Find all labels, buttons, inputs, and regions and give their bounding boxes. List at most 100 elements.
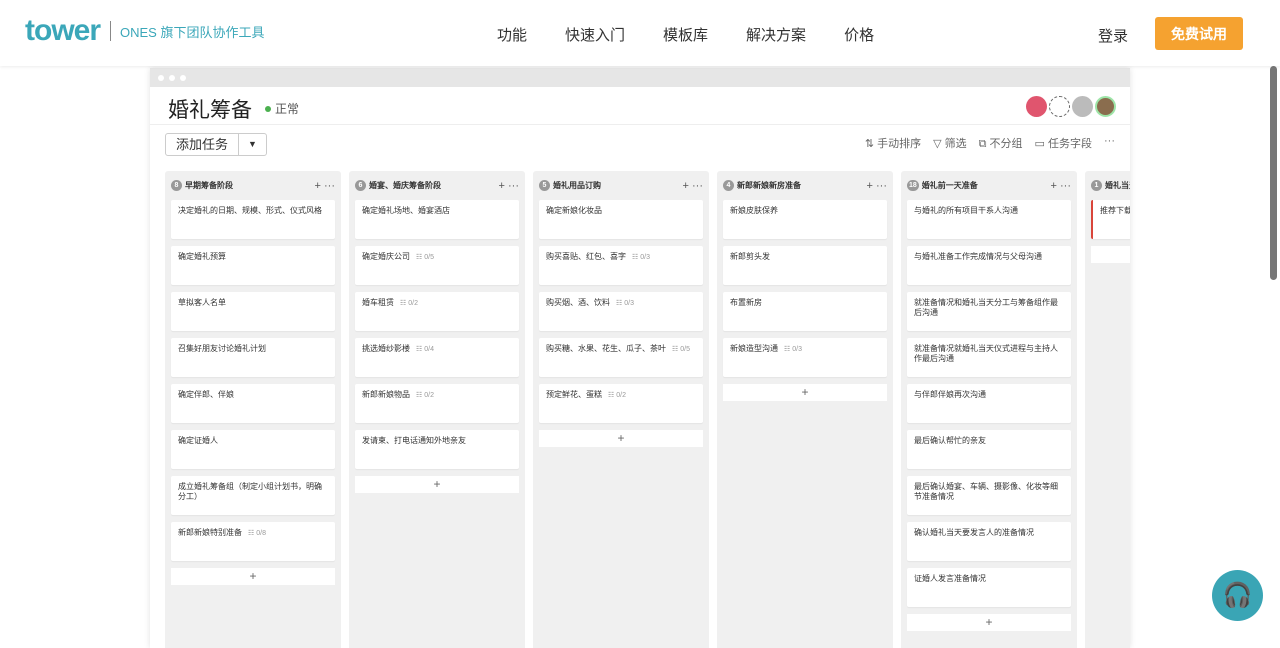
window-titlebar (150, 68, 1130, 87)
task-card[interactable]: 最后确认帮忙的亲友 (907, 430, 1071, 469)
column-header: 5 婚礼用品订购 + ··· (539, 171, 703, 200)
task-card[interactable]: 挑选婚纱影楼 ☷ 0/4 (355, 338, 519, 377)
add-card-button[interactable]: + (171, 568, 335, 585)
task-card[interactable]: 推荐下载 (1091, 200, 1130, 239)
free-trial-button[interactable]: 免费试用 (1155, 17, 1243, 50)
task-card[interactable]: 预定鲜花、蛋糕 ☷ 0/2 (539, 384, 703, 423)
support-chat-icon[interactable]: 🎧 (1212, 570, 1263, 621)
task-card[interactable]: 新郎剪头发 (723, 246, 887, 285)
column-header: 1婚礼当天+ ··· (1091, 171, 1130, 200)
task-title: 确认婚礼当天要发言人的准备情况 (914, 528, 1034, 537)
task-count: 1 (1091, 180, 1102, 191)
task-card[interactable]: 新娘造型沟通 ☷ 0/3 (723, 338, 887, 377)
task-title: 召集好朋友讨论婚礼计划 (178, 344, 266, 353)
task-title: 确定婚庆公司 (362, 252, 410, 261)
task-title: 确定婚礼预算 (178, 252, 226, 261)
task-card[interactable]: 草拟客人名单 (171, 292, 335, 331)
kanban-column: 5 婚礼用品订购 + ··· 确定新娘化妆品 购买喜贴、红包、喜字 ☷ 0/3 购买烟、酒、… (533, 171, 709, 648)
task-count: 4 (723, 180, 734, 191)
column-actions[interactable]: + ··· (867, 180, 887, 192)
task-card[interactable]: 确定证婚人 (171, 430, 335, 469)
column-header: 18 婚礼前一天准备 + ··· (907, 171, 1071, 200)
task-count: 8 (171, 180, 182, 191)
add-task-button[interactable]: 添加任务 ▼ (165, 133, 268, 156)
filter-button[interactable]: ▽ 筛选 (933, 135, 967, 151)
column-actions[interactable]: + ··· (683, 180, 703, 192)
subtask-progress: ☷ 0/3 (616, 300, 634, 307)
column-actions[interactable]: + ··· (1051, 180, 1071, 192)
column-actions[interactable]: + ··· (315, 180, 335, 192)
member-avatars[interactable] (1026, 96, 1116, 117)
add-card-button[interactable]: + (1091, 246, 1130, 263)
task-card[interactable]: 确定婚礼预算 (171, 246, 335, 285)
column-title: 新郎新娘新房准备 (737, 181, 801, 190)
task-card[interactable]: 确定婚庆公司 ☷ 0/5 (355, 246, 519, 285)
task-title: 确定证婚人 (178, 436, 218, 445)
project-title: 婚礼筹备 (168, 99, 252, 122)
column-title: 婚礼用品订购 (553, 181, 601, 190)
logo[interactable]: tower ONES 旗下团队协作工具 (25, 14, 264, 48)
task-title: 购买糖、水果、花生、瓜子、茶叶 (546, 344, 666, 353)
nav-solutions[interactable]: 解决方案 (746, 24, 806, 45)
task-card[interactable]: 成立婚礼筹备组（制定小组计划书，明确分工） (171, 476, 335, 515)
task-card[interactable]: 新郎新娘物品 ☷ 0/2 (355, 384, 519, 423)
avatar[interactable] (1049, 96, 1070, 117)
fields-button[interactable]: ▭ 任务字段 (1035, 135, 1092, 151)
task-card[interactable]: 与婚礼准备工作完成情况与父母沟通 (907, 246, 1071, 285)
add-card-button[interactable]: + (723, 384, 887, 401)
task-card[interactable]: 决定婚礼的日期、规模、形式、仪式风格 (171, 200, 335, 239)
task-title: 确定伴郎、伴娘 (178, 390, 234, 399)
task-card[interactable]: 确定新娘化妆品 (539, 200, 703, 239)
task-title: 新娘造型沟通 (730, 344, 778, 353)
login-link[interactable]: 登录 (1098, 25, 1128, 46)
nav-pricing[interactable]: 价格 (844, 24, 874, 45)
add-task-label[interactable]: 添加任务 (166, 134, 240, 155)
group-button[interactable]: ⧉ 不分组 (979, 135, 1023, 151)
subtask-progress: ☷ 0/2 (416, 392, 434, 399)
sort-button[interactable]: ⇅ 手动排序 (865, 135, 921, 151)
task-card[interactable]: 新娘皮肤保养 (723, 200, 887, 239)
task-card[interactable]: 确认婚礼当天要发言人的准备情况 (907, 522, 1071, 561)
subtask-progress: ☷ 0/5 (672, 346, 690, 353)
task-card[interactable]: 购买烟、酒、饮料 ☷ 0/3 (539, 292, 703, 331)
nav-quickstart[interactable]: 快速入门 (565, 24, 625, 45)
more-icon[interactable]: ··· (1104, 135, 1115, 151)
task-card[interactable]: 就准备情况就婚礼当天仪式进程与主持人作最后沟通 (907, 338, 1071, 377)
task-card[interactable]: 确定婚礼场地、婚宴酒店 (355, 200, 519, 239)
task-title: 发请柬、打电话通知外地亲友 (362, 436, 466, 445)
column-actions[interactable]: + ··· (499, 180, 519, 192)
add-card-button[interactable]: + (539, 430, 703, 447)
avatar[interactable] (1072, 96, 1093, 117)
task-card[interactable]: 购买喜贴、红包、喜字 ☷ 0/3 (539, 246, 703, 285)
task-title: 布置新房 (730, 298, 762, 307)
task-card[interactable]: 就准备情况和婚礼当天分工与筹备组作最后沟通 (907, 292, 1071, 331)
task-card[interactable]: 召集好朋友讨论婚礼计划 (171, 338, 335, 377)
task-count: 18 (907, 180, 919, 191)
avatar[interactable] (1095, 96, 1116, 117)
kanban-column: 8 早期筹备阶段 + ··· 决定婚礼的日期、规模、形式、仪式风格 确定婚礼预算 草拟客人… (165, 171, 341, 648)
page-scrollbar[interactable] (1270, 66, 1277, 280)
nav-templates[interactable]: 模板库 (663, 24, 708, 45)
task-card[interactable]: 确定伴郎、伴娘 (171, 384, 335, 423)
add-card-button[interactable]: + (907, 614, 1071, 631)
column-title: 婚礼前一天准备 (921, 181, 978, 190)
task-title: 成立婚礼筹备组（制定小组计划书，明确分工） (178, 482, 322, 501)
kanban-board: 8 早期筹备阶段 + ··· 决定婚礼的日期、规模、形式、仪式风格 确定婚礼预算 草拟客人… (165, 171, 1130, 648)
task-card[interactable]: 婚车租赁 ☷ 0/2 (355, 292, 519, 331)
task-title: 与伴郎伴娘再次沟通 (914, 390, 986, 399)
task-card[interactable]: 与婚礼的所有项目干系人沟通 (907, 200, 1071, 239)
nav-features[interactable]: 功能 (497, 24, 527, 45)
task-card[interactable]: 发请柬、打电话通知外地亲友 (355, 430, 519, 469)
task-card[interactable]: 布置新房 (723, 292, 887, 331)
avatar[interactable] (1026, 96, 1047, 117)
tagline: ONES 旗下团队协作工具 (120, 24, 265, 40)
task-card[interactable]: 购买糖、水果、花生、瓜子、茶叶 ☷ 0/5 (539, 338, 703, 377)
chevron-down-icon[interactable]: ▼ (239, 134, 266, 155)
task-card[interactable]: 与伴郎伴娘再次沟通 (907, 384, 1071, 423)
task-card[interactable]: 新郎新娘特别准备 ☷ 0/8 (171, 522, 335, 561)
task-title: 与婚礼的所有项目干系人沟通 (914, 206, 1018, 215)
task-title: 预定鲜花、蛋糕 (546, 390, 602, 399)
add-card-button[interactable]: + (355, 476, 519, 493)
task-card[interactable]: 证婚人发言准备情况 (907, 568, 1071, 607)
task-card[interactable]: 最后确认婚宴、车辆、摄影像、化妆等细节准备情况 (907, 476, 1071, 515)
